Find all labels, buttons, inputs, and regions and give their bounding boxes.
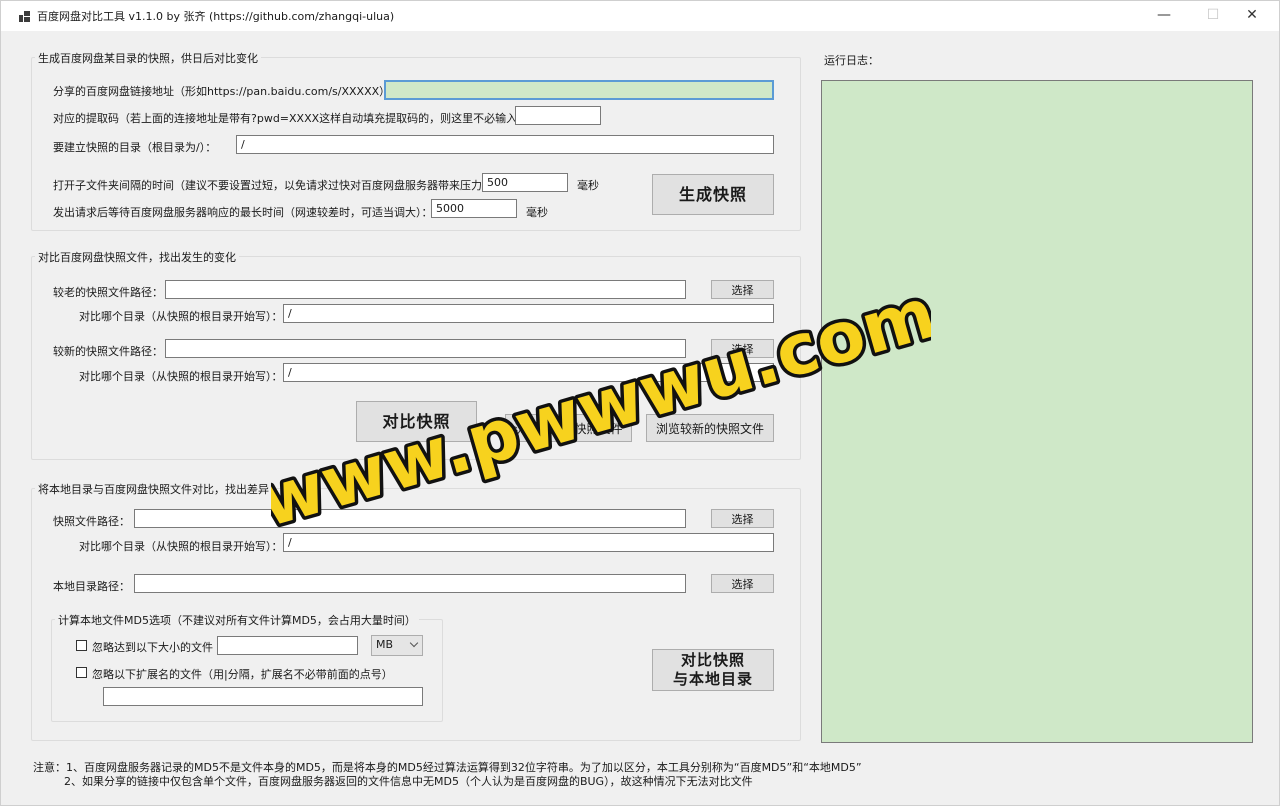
- title-bar[interactable]: 百度网盘对比工具 v1.1.0 by 张齐 (https://github.co…: [1, 1, 1279, 31]
- interval-label: 打开子文件夹间隔的时间（建议不要设置过短，以免请求过快对百度网盘服务器带来压力）…: [53, 179, 499, 192]
- ignore-size-label: 忽略达到以下大小的文件: [92, 641, 213, 654]
- local-snapshot-input[interactable]: [134, 509, 686, 528]
- new-snapshot-label: 较新的快照文件路径：: [53, 345, 163, 358]
- app-window: 百度网盘对比工具 v1.1.0 by 张齐 (https://github.co…: [0, 0, 1280, 806]
- note-line-2: 2、如果分享的链接中仅包含单个文件，百度网盘服务器返回的文件信息中无MD5（个人…: [64, 775, 753, 788]
- old-snapshot-input[interactable]: [165, 280, 686, 299]
- old-dir-input[interactable]: /: [283, 304, 774, 323]
- size-unit-select[interactable]: MB: [371, 635, 423, 656]
- share-link-input[interactable]: [384, 80, 774, 100]
- interval-input[interactable]: 500: [482, 173, 568, 192]
- local-snapshot-select-button[interactable]: 选择: [711, 509, 774, 528]
- old-snapshot-select-button[interactable]: 选择: [711, 280, 774, 299]
- timeout-label: 发出请求后等待百度网盘服务器响应的最长时间（网速较差时，可适当调大）：: [53, 206, 433, 219]
- local-snapshot-label: 快照文件路径：: [53, 515, 130, 528]
- new-snapshot-input[interactable]: [165, 339, 686, 358]
- local-dir-input[interactable]: [134, 574, 686, 593]
- minimize-icon[interactable]: —: [1141, 1, 1187, 31]
- ignore-ext-checkbox[interactable]: [76, 667, 87, 678]
- size-unit-value: MB: [376, 638, 394, 651]
- extract-code-input[interactable]: [515, 106, 601, 125]
- log-textarea[interactable]: [821, 80, 1253, 743]
- window-title: 百度网盘对比工具 v1.1.0 by 张齐 (https://github.co…: [37, 10, 395, 23]
- compare-group-legend: 对比百度网盘快照文件，找出发生的变化: [35, 249, 239, 265]
- compare-snapshots-button[interactable]: 对比快照: [356, 401, 477, 442]
- share-link-label: 分享的百度网盘链接地址（形如https://pan.baidu.com/s/XX…: [53, 85, 396, 98]
- ignore-ext-input[interactable]: [103, 687, 423, 706]
- close-icon[interactable]: ✕: [1229, 1, 1275, 31]
- new-dir-label: 对比哪个目录（从快照的根目录开始写）：: [79, 370, 283, 383]
- compare-local-button[interactable]: 对比快照 与本地目录: [652, 649, 774, 691]
- local-group-legend: 将本地目录与百度网盘快照文件对比，找出差异: [35, 481, 272, 497]
- local-dir-label: 本地目录路径：: [53, 580, 130, 593]
- ignore-ext-label: 忽略以下扩展名的文件（用|分隔，扩展名不必带前面的点号）: [92, 668, 393, 681]
- timeout-unit: 毫秒: [526, 206, 548, 219]
- local-dir-select-button[interactable]: 选择: [711, 574, 774, 593]
- snapshot-group-legend: 生成百度网盘某目录的快照，供日后对比变化: [35, 50, 261, 66]
- old-snapshot-label: 较老的快照文件路径：: [53, 286, 163, 299]
- app-icon: [19, 11, 30, 22]
- browse-new-snapshot-button[interactable]: 浏览较新的快照文件: [646, 414, 774, 442]
- log-label: 运行日志：: [824, 54, 879, 67]
- snapshot-dir-label: 要建立快照的目录（根目录为/）：: [53, 141, 217, 154]
- timeout-input[interactable]: 5000: [431, 199, 517, 218]
- local-compare-dir-input[interactable]: /: [283, 533, 774, 552]
- old-dir-label: 对比哪个目录（从快照的根目录开始写）：: [79, 310, 283, 323]
- local-compare-dir-label: 对比哪个目录（从快照的根目录开始写）：: [79, 540, 283, 553]
- extract-code-label: 对应的提取码（若上面的连接地址是带有?pwd=XXXX这样自动填充提取码的，则这…: [53, 112, 534, 125]
- snapshot-dir-input[interactable]: /: [236, 135, 774, 154]
- generate-snapshot-button[interactable]: 生成快照: [652, 174, 774, 215]
- ignore-size-input[interactable]: [217, 636, 358, 655]
- new-snapshot-select-button[interactable]: 选择: [711, 339, 774, 358]
- browse-old-snapshot-button[interactable]: 浏览较老的快照文件: [505, 414, 632, 442]
- interval-unit: 毫秒: [577, 179, 599, 192]
- ignore-size-checkbox[interactable]: [76, 640, 87, 651]
- md5-options-legend: 计算本地文件MD5选项（不建议对所有文件计算MD5，会占用大量时间）: [55, 612, 419, 628]
- new-dir-input[interactable]: /: [283, 363, 774, 382]
- chevron-down-icon: [409, 638, 419, 648]
